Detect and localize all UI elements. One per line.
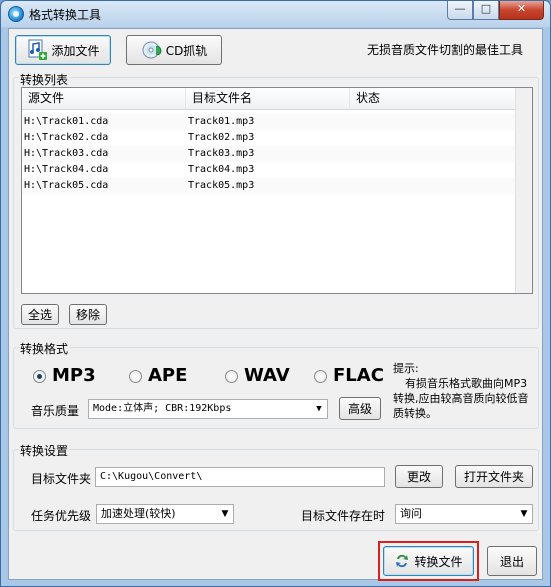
- quality-select[interactable]: Mode:立体声; CBR:192Kbps ▼: [88, 399, 328, 419]
- target-cell: Track04.mp3: [188, 164, 255, 175]
- window-title: 格式转换工具: [29, 8, 102, 22]
- format-wav-radio[interactable]: [225, 370, 238, 383]
- open-folder-button[interactable]: 打开文件夹: [455, 465, 533, 488]
- target-cell: Track05.mp3: [188, 180, 255, 191]
- source-cell: H:\Track01.cda: [24, 116, 109, 127]
- file-exists-select[interactable]: 询问 ▼: [395, 504, 533, 524]
- add-file-label: 添加文件: [51, 43, 100, 58]
- format-group-label: 转换格式: [19, 340, 70, 357]
- target-cell: Track03.mp3: [188, 148, 255, 159]
- list-item[interactable]: H:\Track05.cda Track05.mp3: [22, 178, 516, 194]
- format-flac-label[interactable]: FLAC: [333, 365, 384, 387]
- target-folder-field[interactable]: C:\Kugou\Convert\: [95, 467, 385, 487]
- cd-icon: [142, 41, 162, 59]
- source-cell: H:\Track03.cda: [24, 148, 109, 159]
- change-folder-button[interactable]: 更改: [395, 465, 443, 488]
- select-all-button[interactable]: 全选: [21, 304, 59, 325]
- column-target[interactable]: 目标文件名: [186, 88, 350, 110]
- settings-group-label: 转换设置: [19, 442, 70, 459]
- remove-button[interactable]: 移除: [69, 304, 107, 325]
- hint-body: 有损音乐格式歌曲向MP3转换,应由较高音质向较低音质转换。: [393, 377, 529, 420]
- format-wav-label[interactable]: WAV: [244, 365, 290, 387]
- list-item[interactable]: H:\Track04.cda Track04.mp3: [22, 162, 516, 178]
- maximize-button[interactable]: □: [473, 1, 499, 20]
- priority-value: 加速处理(较快): [101, 507, 176, 520]
- quality-label: 音乐质量: [31, 404, 80, 418]
- exit-button[interactable]: 退出: [487, 546, 537, 576]
- cd-rip-button[interactable]: CD抓轨: [126, 35, 222, 65]
- close-button[interactable]: ✕: [499, 1, 544, 20]
- chevron-down-icon: ▼: [221, 509, 229, 519]
- convert-list-label: 转换列表: [19, 71, 70, 88]
- column-status[interactable]: 状态: [350, 88, 516, 110]
- list-item[interactable]: H:\Track01.cda Track01.mp3: [22, 114, 516, 130]
- format-mp3-label[interactable]: MP3: [52, 365, 96, 387]
- add-file-button[interactable]: 添加文件: [15, 35, 111, 65]
- advanced-button[interactable]: 高级: [339, 397, 381, 420]
- chevron-down-icon: ▼: [316, 404, 322, 414]
- priority-label: 任务优先级: [31, 509, 92, 523]
- convert-list[interactable]: 源文件 目标文件名 状态 H:\Track01.cda Track01.mp3 …: [21, 87, 533, 294]
- list-scrollbar[interactable]: [515, 88, 532, 293]
- slogan-text: 无损音质文件切割的最佳工具: [367, 43, 524, 57]
- target-folder-label: 目标文件夹: [31, 472, 92, 486]
- source-cell: H:\Track05.cda: [24, 180, 109, 191]
- source-cell: H:\Track04.cda: [24, 164, 109, 175]
- cd-rip-label: CD抓轨: [165, 43, 208, 58]
- format-flac-radio[interactable]: [314, 370, 327, 383]
- file-exists-label: 目标文件存在时: [301, 509, 386, 523]
- format-ape-radio[interactable]: [129, 370, 142, 383]
- list-header: 源文件 目标文件名 状态: [22, 88, 516, 110]
- chevron-down-icon: ▼: [520, 509, 528, 519]
- convert-label: 转换文件: [414, 554, 463, 569]
- music-add-icon: [28, 39, 48, 60]
- title-bar[interactable]: 格式转换工具 — □ ✕: [1, 1, 550, 27]
- format-ape-label[interactable]: APE: [148, 365, 187, 387]
- app-window: 格式转换工具 — □ ✕ 添加文件 CD抓轨 无损音质文件切割的最佳工具 转换列…: [0, 0, 551, 587]
- hint-title: 提示:: [393, 362, 419, 375]
- client-area: 添加文件 CD抓轨 无损音质文件切割的最佳工具 转换列表 源文件 目标文件名 状…: [8, 28, 543, 581]
- source-cell: H:\Track02.cda: [24, 132, 109, 143]
- column-source[interactable]: 源文件: [22, 88, 186, 110]
- target-cell: Track01.mp3: [188, 116, 255, 127]
- priority-select[interactable]: 加速处理(较快) ▼: [96, 504, 234, 524]
- list-item[interactable]: H:\Track02.cda Track02.mp3: [22, 130, 516, 146]
- minimize-button[interactable]: —: [447, 1, 473, 20]
- list-item[interactable]: H:\Track03.cda Track03.mp3: [22, 146, 516, 162]
- convert-button[interactable]: 转换文件: [383, 546, 474, 576]
- quality-value: Mode:立体声; CBR:192Kbps: [93, 403, 232, 414]
- target-cell: Track02.mp3: [188, 132, 255, 143]
- format-mp3-radio[interactable]: [33, 370, 46, 383]
- app-logo-icon: [8, 6, 24, 22]
- file-exists-value: 询问: [400, 507, 422, 520]
- convert-icon: [396, 554, 409, 568]
